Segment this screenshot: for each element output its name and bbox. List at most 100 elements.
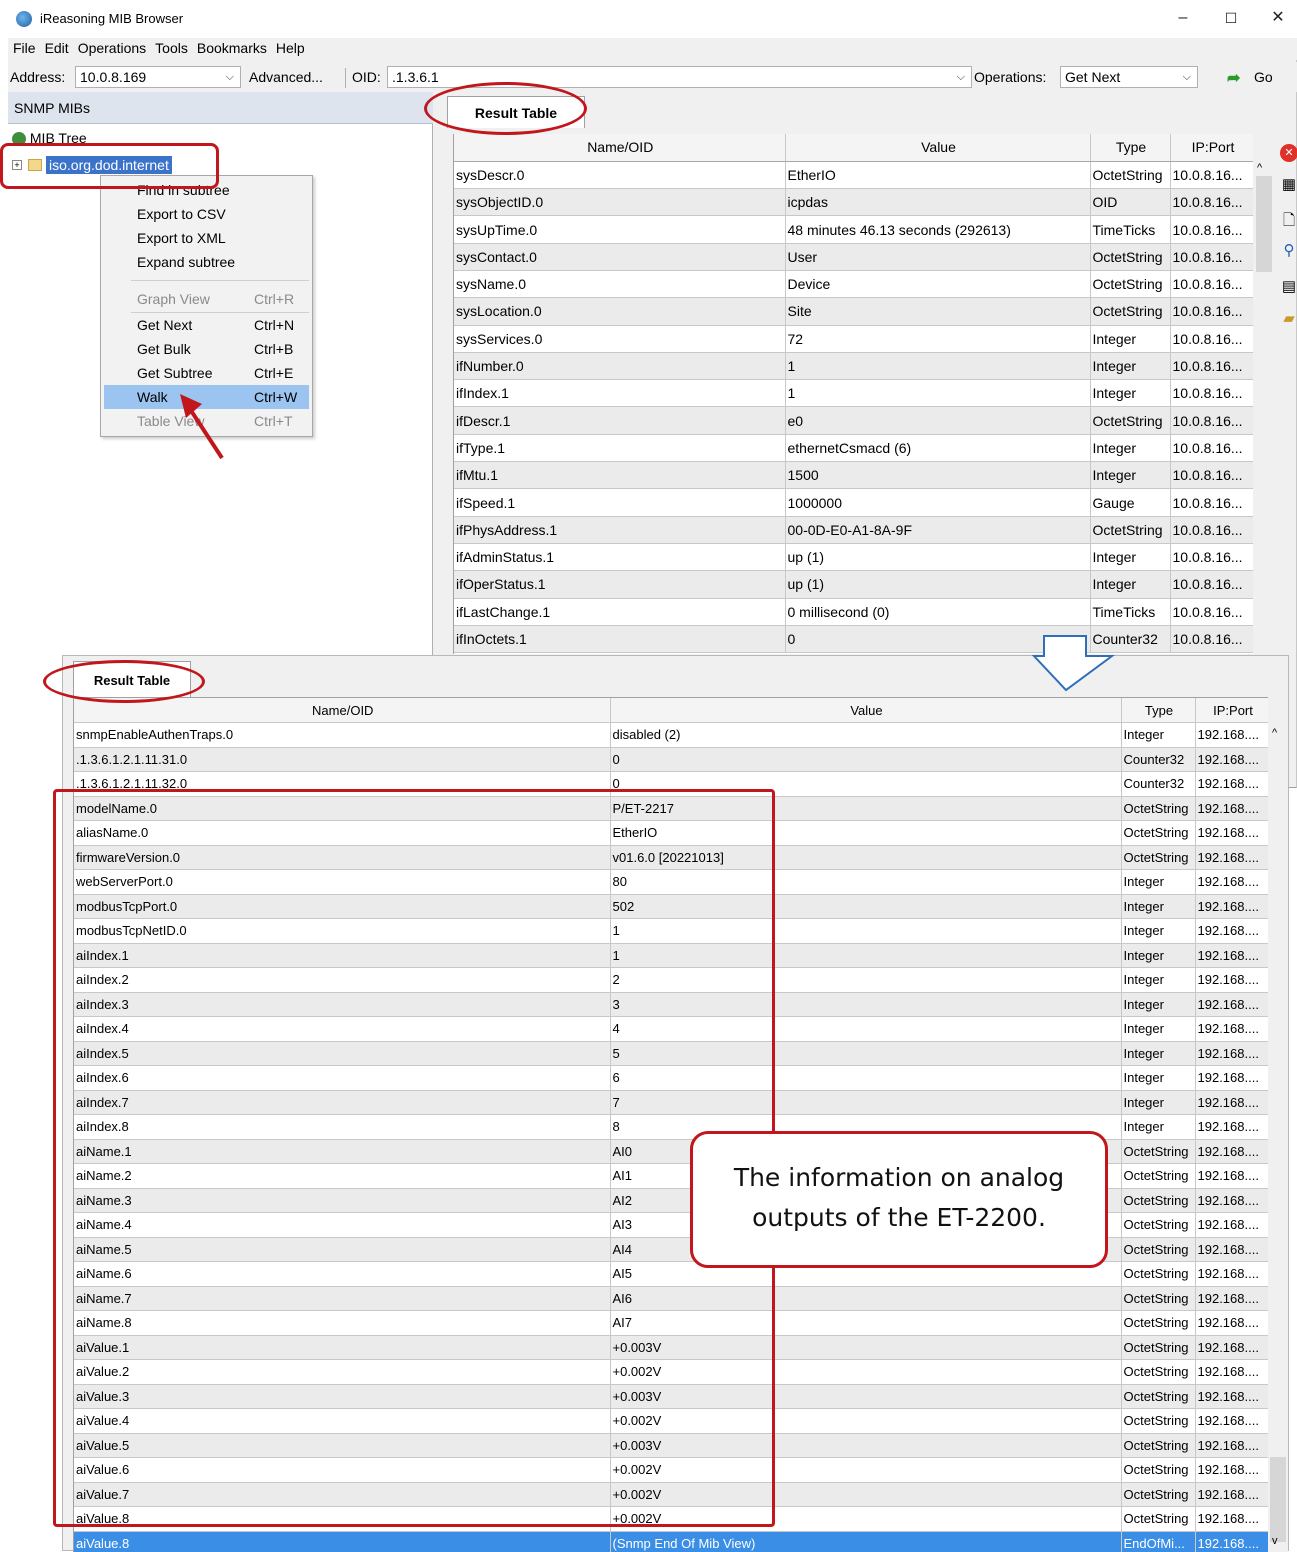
close-red-icon[interactable]: ✕ xyxy=(1280,144,1297,162)
table-row[interactable]: .1.3.6.1.2.1.11.31.0 0 Counter32 192.168...… xyxy=(74,747,1268,772)
cell-name-oid: sysObjectID.0 xyxy=(454,188,786,217)
table-row[interactable]: ifLastChange.1 0 millisecond (0) TimeTicks… xyxy=(454,598,1253,626)
print-icon[interactable]: ▤ xyxy=(1280,278,1297,296)
menu-bookmarks[interactable]: Bookmarks xyxy=(192,38,271,56)
table-row[interactable]: ifType.1 ethernetCsmacd (6) Integer 10.0.8.… xyxy=(454,434,1253,463)
table-row[interactable]: ifInOctets.1 0 Counter32 10.0.8.16... xyxy=(454,625,1253,654)
cell-ip-port: 10.0.8.16... xyxy=(1170,488,1253,517)
cell-ip-port: 192.168.... xyxy=(1195,1531,1268,1552)
cell-type: OctetString xyxy=(1121,1163,1196,1189)
export-table-icon[interactable]: ▦ xyxy=(1280,176,1297,194)
cell-type: Integer xyxy=(1121,869,1196,895)
go-arrow-icon[interactable]: ➦ xyxy=(1227,68,1240,88)
menu-item-expand-subtree[interactable]: Expand subtree xyxy=(101,250,312,274)
bottom-table-scrollbar[interactable]: ^ v xyxy=(1268,697,1288,1552)
scroll-up-icon[interactable]: ^ xyxy=(1257,162,1262,174)
table-row[interactable]: aiValue.8 (Snmp End Of Mib View) EndOfMi..… xyxy=(74,1531,1268,1552)
table-row[interactable]: ifSpeed.1 1000000 Gauge 10.0.8.16... xyxy=(454,488,1253,517)
callout-line-2: outputs of the ET-2200. xyxy=(752,1203,1046,1232)
cell-type: Integer xyxy=(1121,1016,1196,1042)
cell-type: OctetString xyxy=(1121,1359,1196,1385)
scroll-up-icon[interactable]: ^ xyxy=(1272,727,1277,739)
cell-ip-port: 192.168.... xyxy=(1195,722,1268,748)
menu-help[interactable]: Help xyxy=(271,38,309,56)
cell-ip-port: 10.0.8.16... xyxy=(1170,297,1253,326)
cell-ip-port: 10.0.8.16... xyxy=(1170,434,1253,463)
table-row[interactable]: sysName.0 Device OctetString 10.0.8.16... xyxy=(454,270,1253,299)
menu-item-export-xml[interactable]: Export to XML xyxy=(101,226,312,250)
scroll-thumb[interactable] xyxy=(1270,1457,1286,1542)
scroll-down-icon[interactable]: v xyxy=(1272,1535,1278,1547)
col-header-name[interactable]: Name/OID xyxy=(454,134,786,162)
col-header-type[interactable]: Type xyxy=(1121,698,1196,723)
cell-name-oid: ifNumber.0 xyxy=(454,352,786,381)
table-row[interactable]: ifPhysAddress.1 00-0D-E0-A1-8A-9F OctetStr… xyxy=(454,516,1253,544)
cell-type: OctetString xyxy=(1121,796,1196,821)
cell-type: OctetString xyxy=(1121,820,1196,846)
table-row[interactable]: ifIndex.1 1 Integer 10.0.8.16... xyxy=(454,379,1253,408)
minimize-button[interactable]: – xyxy=(1163,4,1203,32)
table-row[interactable]: ifDescr.1 e0 OctetString 10.0.8.16... xyxy=(454,406,1253,435)
col-header-value[interactable]: Value xyxy=(785,134,1091,162)
menu-file[interactable]: File xyxy=(8,38,40,56)
open-folder-icon[interactable]: ▰ xyxy=(1280,310,1297,328)
top-table-scrollbar[interactable]: ^ xyxy=(1253,134,1275,654)
table-row[interactable]: snmpEnableAuthenTraps.0 disabled (2) Integ… xyxy=(74,722,1268,748)
table-row[interactable]: sysLocation.0 Site OctetString 10.0.8.16... xyxy=(454,297,1253,326)
cell-type: OctetString xyxy=(1121,1237,1196,1262)
cell-value: EtherIO xyxy=(785,161,1091,190)
col-header-ipport[interactable]: IP:Port xyxy=(1170,134,1253,162)
close-button[interactable]: ✕ xyxy=(1258,4,1297,32)
cell-ip-port: 192.168.... xyxy=(1195,747,1268,772)
table-row[interactable]: sysDescr.0 EtherIO OctetString 10.0.8.16... xyxy=(454,161,1253,190)
col-header-type[interactable]: Type xyxy=(1090,134,1171,162)
annotation-bottom-tab-ellipse xyxy=(43,660,205,703)
address-value: 10.0.8.169 xyxy=(80,69,147,85)
cell-ip-port: 192.168.... xyxy=(1195,1286,1268,1311)
col-header-name[interactable]: Name/OID xyxy=(74,698,611,723)
search-icon[interactable]: ⚲ xyxy=(1280,242,1297,260)
cell-type: OctetString xyxy=(1121,1384,1196,1409)
cell-ip-port: 192.168.... xyxy=(1195,771,1268,797)
cell-name-oid: ifIndex.1 xyxy=(454,379,786,408)
cell-type: Integer xyxy=(1121,722,1196,748)
address-combo[interactable]: 10.0.8.169 ⌵ xyxy=(75,66,241,88)
cell-type: Integer xyxy=(1121,992,1196,1017)
go-button[interactable]: Go xyxy=(1254,66,1273,88)
maximize-button[interactable]: ☐ xyxy=(1211,4,1251,32)
table-row[interactable]: sysUpTime.0 48 minutes 46.13 seconds (292… xyxy=(454,215,1253,244)
scroll-thumb[interactable] xyxy=(1256,176,1272,272)
col-header-ipport[interactable]: IP:Port xyxy=(1195,698,1268,723)
cell-type: OctetString xyxy=(1090,516,1171,544)
table-row[interactable]: sysServices.0 72 Integer 10.0.8.16... xyxy=(454,325,1253,353)
table-row[interactable]: ifAdminStatus.1 up (1) Integer 10.0.8.16... xyxy=(454,543,1253,572)
cell-ip-port: 192.168.... xyxy=(1195,1335,1268,1360)
cell-name-oid: ifLastChange.1 xyxy=(454,598,786,626)
menu-item-export-csv[interactable]: Export to CSV xyxy=(101,202,312,226)
cell-type: Integer xyxy=(1121,943,1196,968)
cell-name-oid: ifMtu.1 xyxy=(454,461,786,490)
cell-ip-port: 10.0.8.16... xyxy=(1170,461,1253,490)
cell-type: OctetString xyxy=(1121,1310,1196,1336)
table-row[interactable]: ifNumber.0 1 Integer 10.0.8.16... xyxy=(454,352,1253,381)
table-row[interactable]: ifMtu.1 1500 Integer 10.0.8.16... xyxy=(454,461,1253,490)
table-row[interactable]: sysObjectID.0 icpdas OID 10.0.8.16... xyxy=(454,188,1253,217)
menu-item-get-bulk[interactable]: Get Bulk Ctrl+B xyxy=(101,337,312,361)
cell-type: TimeTicks xyxy=(1090,215,1171,244)
table-row[interactable]: sysContact.0 User OctetString 10.0.8.16... xyxy=(454,243,1253,271)
annotation-callout: The information on analog outputs of the… xyxy=(690,1131,1108,1268)
table-row[interactable]: ifOperStatus.1 up (1) Integer 10.0.8.16... xyxy=(454,570,1253,599)
menu-edit[interactable]: Edit xyxy=(40,38,73,56)
menu-item-get-next[interactable]: Get Next Ctrl+N xyxy=(101,313,312,337)
menu-tools[interactable]: Tools xyxy=(150,38,192,56)
advanced-button[interactable]: Advanced... xyxy=(249,66,323,88)
new-document-icon[interactable]: 🗋 xyxy=(1280,212,1297,230)
cell-type: OctetString xyxy=(1121,1188,1196,1213)
cell-name-oid: aiValue.8 xyxy=(74,1531,611,1552)
menu-operations[interactable]: Operations xyxy=(73,38,150,56)
menu-item-get-subtree[interactable]: Get Subtree Ctrl+E xyxy=(101,361,312,385)
operations-select[interactable]: Get Next ⌵ xyxy=(1060,66,1198,88)
col-header-value[interactable]: Value xyxy=(610,698,1122,723)
cell-ip-port: 10.0.8.16... xyxy=(1170,543,1253,572)
cell-value: up (1) xyxy=(785,570,1091,599)
